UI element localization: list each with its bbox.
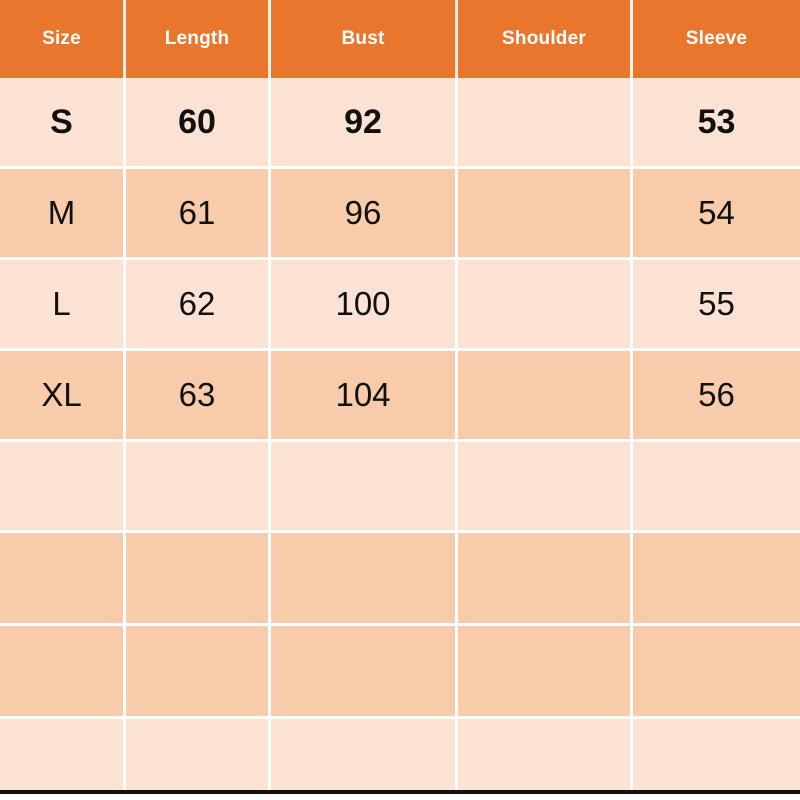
cell-length <box>126 719 271 793</box>
page-bottom-margin <box>0 794 800 800</box>
cell-bust: 104 <box>271 351 458 442</box>
header-row: Size Length Bust Shoulder Sleeve <box>0 0 800 78</box>
cell-length: 63 <box>126 351 271 442</box>
cell-sleeve <box>633 719 800 793</box>
cell-length: 61 <box>126 169 271 260</box>
size-table-container: Size Length Bust Shoulder Sleeve S 60 92… <box>0 0 800 793</box>
cell-size <box>0 442 126 533</box>
cell-size <box>0 719 126 793</box>
column-header-sleeve: Sleeve <box>633 0 800 78</box>
cell-sleeve <box>633 533 800 626</box>
column-header-bust: Bust <box>271 0 458 78</box>
size-chart: Size Length Bust Shoulder Sleeve S 60 92… <box>0 0 800 800</box>
column-header-shoulder: Shoulder <box>458 0 633 78</box>
cell-length <box>126 533 271 626</box>
cell-bust <box>271 442 458 533</box>
cell-shoulder <box>458 533 633 626</box>
table-row: S 60 92 53 <box>0 78 800 169</box>
cell-shoulder <box>458 78 633 169</box>
cell-shoulder <box>458 260 633 351</box>
table-row <box>0 719 800 793</box>
cell-shoulder <box>458 626 633 719</box>
cell-bust <box>271 719 458 793</box>
cell-bust <box>271 626 458 719</box>
cell-size: M <box>0 169 126 260</box>
cell-sleeve <box>633 626 800 719</box>
cell-bust: 100 <box>271 260 458 351</box>
cell-shoulder <box>458 351 633 442</box>
cell-length: 62 <box>126 260 271 351</box>
cell-size <box>0 533 126 626</box>
cell-bust: 96 <box>271 169 458 260</box>
cell-shoulder <box>458 442 633 533</box>
cell-shoulder <box>458 719 633 793</box>
cell-shoulder <box>458 169 633 260</box>
cell-bust <box>271 533 458 626</box>
column-header-size: Size <box>0 0 126 78</box>
table-row <box>0 533 800 626</box>
cell-length <box>126 442 271 533</box>
cell-length <box>126 626 271 719</box>
cell-length: 60 <box>126 78 271 169</box>
cell-sleeve: 55 <box>633 260 800 351</box>
table-row <box>0 626 800 719</box>
cell-size: XL <box>0 351 126 442</box>
cell-size <box>0 626 126 719</box>
table-header: Size Length Bust Shoulder Sleeve <box>0 0 800 78</box>
cell-sleeve: 56 <box>633 351 800 442</box>
table-row: XL 63 104 56 <box>0 351 800 442</box>
table-row: M 61 96 54 <box>0 169 800 260</box>
cell-sleeve: 54 <box>633 169 800 260</box>
column-header-length: Length <box>126 0 271 78</box>
table-body: S 60 92 53 M 61 96 54 L 62 100 55 XL 63 … <box>0 78 800 793</box>
size-table: Size Length Bust Shoulder Sleeve S 60 92… <box>0 0 800 793</box>
cell-bust: 92 <box>271 78 458 169</box>
table-row: L 62 100 55 <box>0 260 800 351</box>
cell-sleeve <box>633 442 800 533</box>
cell-size: L <box>0 260 126 351</box>
cell-sleeve: 53 <box>633 78 800 169</box>
cell-size: S <box>0 78 126 169</box>
table-row <box>0 442 800 533</box>
